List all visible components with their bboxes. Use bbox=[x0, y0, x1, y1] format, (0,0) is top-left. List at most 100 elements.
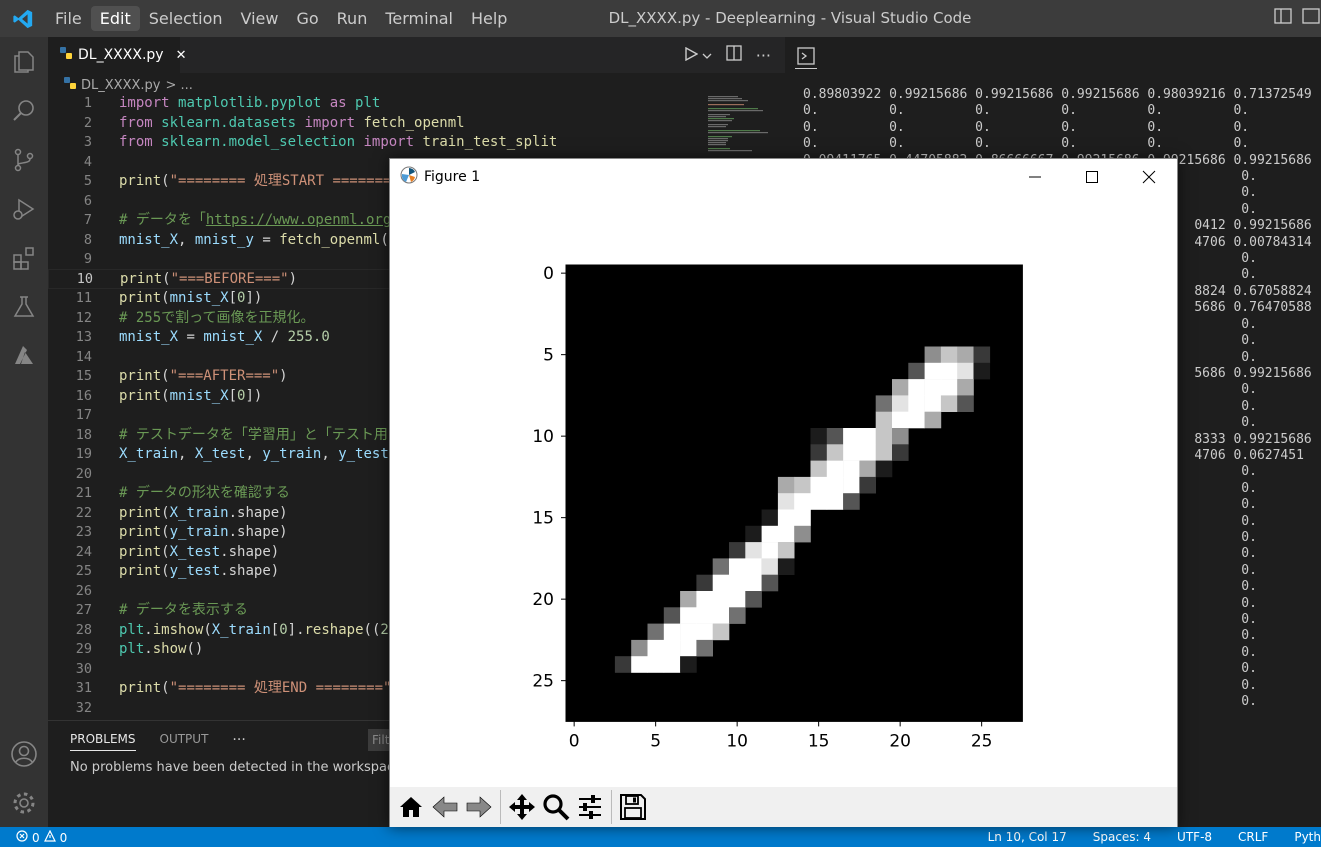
image-pixel bbox=[794, 476, 811, 494]
close-button[interactable] bbox=[1120, 159, 1177, 195]
indentation[interactable]: Spaces: 4 bbox=[1093, 830, 1151, 844]
image-pixel bbox=[875, 428, 893, 445]
terminal-icon[interactable] bbox=[797, 47, 815, 69]
problems-status[interactable]: 0 0 bbox=[16, 829, 68, 845]
figure-window: Figure 1 0 5 10 15 20 25 0 5 10 15 20 25 bbox=[389, 158, 1178, 827]
split-editor-icon[interactable] bbox=[726, 45, 742, 65]
run-debug-icon[interactable] bbox=[0, 184, 48, 233]
extensions-icon[interactable] bbox=[0, 233, 48, 282]
title-bar: File Edit Selection View Go Run Terminal Help D… bbox=[0, 0, 1321, 37]
configure-subplots-icon[interactable] bbox=[573, 789, 607, 825]
back-arrow-icon[interactable] bbox=[428, 789, 462, 825]
terminal-line: 0.89803922 0.99215686 0.99215686 0.99215… bbox=[803, 87, 1312, 102]
image-pixel bbox=[761, 509, 779, 527]
terminal-line: 0. 0. 0. 0. 0. 0. bbox=[803, 136, 1250, 152]
code-line[interactable]: 1 import matplotlib.pyplot as plt bbox=[48, 94, 785, 114]
x-tick-label: 10 bbox=[726, 731, 748, 751]
code-text: mnist_X, mnist_y = fetch_openml("mn bbox=[119, 231, 414, 248]
run-python-icon[interactable] bbox=[684, 46, 699, 65]
save-floppy-icon[interactable] bbox=[616, 789, 650, 825]
line-number: 32 bbox=[75, 699, 92, 716]
line-number: 18 bbox=[75, 426, 92, 443]
image-pixel bbox=[957, 362, 974, 380]
image-pixel bbox=[777, 542, 795, 559]
y-tick-label: 0 bbox=[543, 264, 554, 284]
menu-view[interactable]: View bbox=[232, 6, 288, 31]
image-pixel bbox=[777, 525, 795, 543]
breadcrumb-rest[interactable]: > ... bbox=[165, 78, 192, 93]
image-pixel bbox=[631, 656, 648, 673]
image-pixel bbox=[794, 509, 811, 527]
pan-move-icon[interactable] bbox=[505, 789, 539, 825]
minimap[interactable] bbox=[700, 94, 784, 154]
menu-go[interactable]: Go bbox=[287, 6, 327, 31]
search-icon[interactable] bbox=[0, 86, 48, 135]
y-tick-label: 25 bbox=[532, 672, 554, 692]
toggle-panel-icon[interactable] bbox=[1301, 6, 1321, 30]
error-icon bbox=[16, 830, 28, 845]
line-number: 3 bbox=[83, 134, 92, 150]
image-pixel bbox=[957, 346, 974, 364]
image-pixel bbox=[908, 379, 925, 396]
image-pixel bbox=[924, 346, 942, 364]
zoom-magnifier-icon[interactable] bbox=[539, 789, 573, 825]
filter-input[interactable]: Filt bbox=[368, 729, 390, 751]
image-pixel bbox=[696, 623, 713, 641]
code-text: print("======== 処理END ========") bbox=[119, 680, 400, 696]
cursor-position[interactable]: Ln 10, Col 17 bbox=[988, 830, 1067, 844]
code-text: print(X_train.shape) bbox=[119, 504, 288, 521]
account-icon[interactable] bbox=[0, 729, 48, 778]
mnist-image-plot[interactable]: 0 5 10 15 20 25 0 5 10 15 20 25 bbox=[390, 195, 1177, 787]
image-pixel bbox=[663, 639, 681, 657]
x-tick-label: 15 bbox=[808, 731, 830, 751]
menu-run[interactable]: Run bbox=[328, 6, 377, 31]
line-number: 4 bbox=[83, 153, 92, 170]
window-title: DL_XXXX.py - Deeplearning - Visual Studi… bbox=[608, 9, 972, 27]
close-tab-icon[interactable]: ✕ bbox=[176, 48, 187, 63]
forward-arrow-icon[interactable] bbox=[462, 789, 496, 825]
code-text: print(y_test.shape) bbox=[119, 563, 280, 579]
menu-file[interactable]: File bbox=[46, 6, 91, 31]
tab-dl-xxxx-py[interactable]: DL_XXXX.py ✕ bbox=[48, 37, 186, 73]
image-pixel bbox=[924, 379, 942, 396]
maximize-button[interactable] bbox=[1063, 159, 1120, 195]
menu-edit[interactable]: Edit bbox=[90, 6, 140, 31]
figure-title-bar: Figure 1 bbox=[390, 159, 1177, 195]
panel-more-icon[interactable]: ··· bbox=[232, 732, 245, 751]
y-tick-label: 10 bbox=[532, 427, 554, 447]
more-actions-icon[interactable]: ··· bbox=[756, 46, 771, 65]
tab-problems[interactable]: PROBLEMS bbox=[70, 732, 136, 751]
testing-icon[interactable] bbox=[0, 282, 48, 331]
language-mode[interactable]: Pyth bbox=[1294, 830, 1321, 844]
line-number: 20 bbox=[75, 465, 92, 482]
tab-output[interactable]: OUTPUT bbox=[160, 732, 209, 751]
source-control-icon[interactable] bbox=[0, 135, 48, 184]
code-text: print(X_test.shape) bbox=[119, 543, 280, 560]
image-pixel bbox=[826, 460, 844, 478]
toggle-sidebar-icon[interactable] bbox=[1273, 6, 1293, 30]
code-line[interactable]: 2 from sklearn.datasets import fetch_open… bbox=[48, 114, 785, 134]
menu-help[interactable]: Help bbox=[462, 6, 516, 31]
files-icon[interactable] bbox=[0, 37, 48, 86]
minimize-button[interactable] bbox=[1006, 159, 1063, 195]
image-pixel bbox=[729, 591, 746, 608]
settings-gear-icon[interactable] bbox=[0, 778, 48, 827]
warning-count: 0 bbox=[59, 830, 68, 845]
breadcrumb-file[interactable]: DL_XXXX.py bbox=[81, 78, 160, 93]
azure-icon[interactable] bbox=[0, 331, 48, 380]
end-of-line[interactable]: CRLF bbox=[1238, 830, 1268, 844]
code-text: from sklearn.model_selection import trai… bbox=[119, 134, 558, 150]
menu-selection[interactable]: Selection bbox=[140, 6, 232, 31]
encoding[interactable]: UTF-8 bbox=[1177, 830, 1212, 844]
chevron-down-icon[interactable] bbox=[702, 46, 712, 65]
home-icon[interactable] bbox=[394, 789, 428, 825]
image-pixel bbox=[696, 574, 713, 592]
line-number: 22 bbox=[75, 504, 92, 521]
code-line[interactable]: 3 from sklearn.model_selection import tra… bbox=[48, 133, 785, 153]
line-number: 12 bbox=[75, 309, 92, 326]
menu-terminal[interactable]: Terminal bbox=[376, 6, 462, 31]
